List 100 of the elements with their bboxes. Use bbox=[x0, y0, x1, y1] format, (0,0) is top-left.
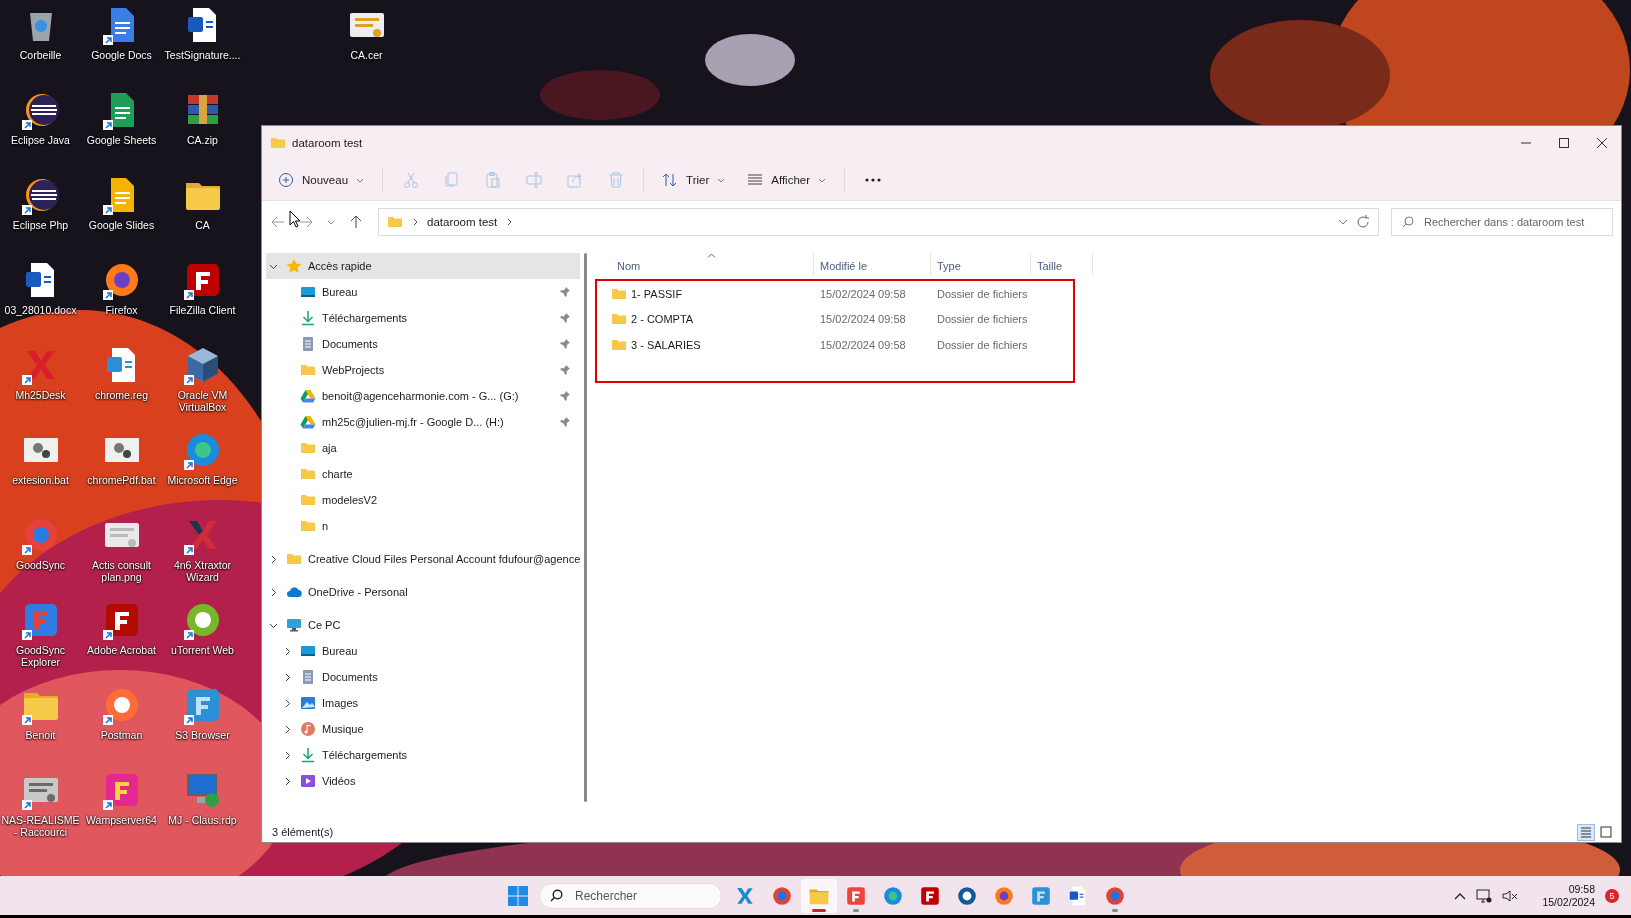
tiles-view-button[interactable] bbox=[1597, 823, 1615, 841]
dropdown-caret-icon[interactable] bbox=[1338, 218, 1348, 226]
taskbar-app-button[interactable] bbox=[801, 878, 837, 913]
desktop-icon-label[interactable]: Oracle VM VirtualBox bbox=[162, 389, 243, 413]
sort-button[interactable]: Trier bbox=[652, 166, 736, 194]
desktop-icon-label[interactable]: MJ - Claus.rdp bbox=[168, 814, 237, 826]
image-icon bbox=[300, 695, 316, 711]
column-header[interactable]: Nom bbox=[611, 253, 814, 275]
navigation-item[interactable]: charte bbox=[266, 461, 580, 487]
navigation-item[interactable]: Documents bbox=[266, 664, 580, 690]
desktop-icon-label[interactable]: GoodSync Explorer bbox=[0, 644, 81, 668]
desktop-icon-label[interactable]: Wampserver64 bbox=[86, 814, 157, 826]
navigation-item[interactable]: n bbox=[266, 513, 580, 539]
desktop-icon-label[interactable]: 4n6 Xtraxtor Wizard bbox=[162, 559, 243, 583]
app-logo-icon bbox=[1030, 884, 1052, 907]
navigation-item[interactable]: Creative Cloud Files Personal Account fdufour@agence bbox=[266, 546, 580, 572]
download-icon bbox=[300, 747, 316, 763]
desktop-icon-label[interactable]: uTorrent Web bbox=[171, 644, 234, 656]
address-bar[interactable]: dataroom test bbox=[378, 208, 1379, 236]
desktop-icon-label[interactable]: Microsoft Edge bbox=[167, 474, 238, 486]
desktop-icon-label[interactable]: Google Sheets bbox=[86, 134, 157, 146]
desktop-icon-label[interactable]: TestSignature.... bbox=[164, 49, 241, 61]
details-view-button[interactable] bbox=[1577, 823, 1595, 841]
navigation-label: charte bbox=[322, 468, 353, 480]
desktop-icon-label[interactable]: S3 Browser bbox=[175, 729, 230, 741]
search-input[interactable]: Rechercher dans : dataroom test bbox=[1422, 215, 1602, 229]
desktop-icon-label[interactable]: 03_28010.docx bbox=[4, 304, 77, 316]
notification-badge[interactable]: 5 bbox=[1605, 888, 1619, 903]
desktop-icon-label[interactable]: Firefox bbox=[105, 304, 138, 316]
file-name[interactable]: 3 - SALARIES bbox=[631, 338, 701, 351]
folder-icon bbox=[286, 551, 302, 567]
desktop-icon-label[interactable]: CA.cer bbox=[350, 49, 383, 61]
desktop-icon-label[interactable]: Google Slides bbox=[88, 219, 155, 231]
navigation-label: Musique bbox=[322, 723, 364, 735]
navigation-item[interactable]: aja bbox=[266, 435, 580, 461]
desktop-icon-label[interactable]: FileZilla Client bbox=[169, 304, 236, 316]
file-name[interactable]: 1- PASSIF bbox=[631, 287, 683, 300]
navigation-item[interactable]: modelesV2 bbox=[266, 487, 580, 513]
list-icon bbox=[1580, 826, 1592, 838]
clock-date[interactable]: 15/02/2024 bbox=[1542, 895, 1595, 909]
lines-icon bbox=[747, 172, 764, 188]
desktop-icon-label[interactable]: Mh25Desk bbox=[15, 389, 66, 401]
modified-date: 15/02/2024 09:58 bbox=[820, 287, 906, 300]
desktop-icon-label[interactable]: Eclipse Java bbox=[11, 134, 70, 146]
desktop-icon-label[interactable]: Postman bbox=[100, 729, 143, 741]
app-logo-icon bbox=[845, 884, 867, 907]
navigation-label: Ce PC bbox=[308, 619, 341, 631]
search-field[interactable]: Rechercher dans : dataroom test bbox=[1391, 208, 1613, 236]
navigation-item[interactable]: Bureau bbox=[266, 279, 580, 305]
desktop-icon-label[interactable]: Adobe Acrobat bbox=[87, 644, 156, 656]
desktop-icon-label[interactable]: chromePdf.bat bbox=[87, 474, 156, 486]
network-icon[interactable] bbox=[1476, 888, 1493, 903]
desktop-icon-label[interactable]: CA bbox=[195, 219, 210, 231]
navigation-item[interactable]: Téléchargements bbox=[266, 305, 580, 331]
folder-icon bbox=[300, 492, 316, 508]
chevron-right-icon[interactable] bbox=[505, 218, 514, 226]
computer-icon bbox=[286, 617, 302, 633]
new-button[interactable]: Nouveau bbox=[268, 166, 375, 194]
column-header[interactable]: Modifié le bbox=[814, 253, 931, 275]
search-icon bbox=[1402, 216, 1414, 228]
navigation-item[interactable]: Images bbox=[266, 690, 580, 716]
navigation-item[interactable]: Ce PC bbox=[266, 612, 580, 638]
desktop-icon-label[interactable]: chrome.reg bbox=[94, 389, 149, 401]
chevron-right-icon[interactable] bbox=[411, 218, 419, 226]
breadcrumb[interactable]: dataroom test bbox=[427, 216, 498, 228]
speaker-muted-icon[interactable] bbox=[1502, 888, 1519, 903]
desktop-icon-label[interactable]: GoodSync bbox=[16, 559, 65, 571]
chevron-up-icon[interactable] bbox=[1454, 891, 1467, 900]
navigation-item[interactable]: Téléchargements bbox=[266, 742, 580, 768]
navigation-item[interactable]: WebProjects bbox=[266, 357, 580, 383]
app-logo-icon bbox=[919, 884, 941, 907]
desktop-icon-label[interactable]: Eclipse Php bbox=[12, 219, 69, 231]
navigation-item[interactable]: Vidéos bbox=[266, 768, 580, 794]
maximize-icon bbox=[1559, 138, 1569, 148]
navigation-label: Téléchargements bbox=[322, 312, 407, 324]
navigation-label: Vidéos bbox=[322, 775, 356, 787]
desktop-icon-label[interactable]: Benoit bbox=[25, 729, 56, 741]
navigation-item[interactable]: Accès rapide bbox=[266, 253, 580, 279]
taskbar-search-field[interactable]: Rechercher bbox=[539, 882, 722, 909]
view-button[interactable]: Afficher bbox=[737, 166, 837, 194]
navigation-item[interactable]: Bureau bbox=[266, 638, 580, 664]
navigation-item[interactable]: OneDrive - Personal bbox=[266, 579, 580, 605]
column-header[interactable]: Type bbox=[931, 253, 1031, 275]
video-icon bbox=[300, 773, 316, 789]
navigation-item[interactable]: Musique bbox=[266, 716, 580, 742]
navigation-item[interactable]: Documents bbox=[266, 331, 580, 357]
refresh-icon[interactable] bbox=[1356, 215, 1370, 229]
desktop-icon-label[interactable]: Corbeille bbox=[19, 49, 62, 61]
desktop-icon-label[interactable]: NAS-REALISME - Raccourci bbox=[0, 814, 81, 838]
desktop-icon-label[interactable]: Actis consult plan.png bbox=[81, 559, 162, 583]
taskbar-search-input[interactable]: Rechercher bbox=[573, 887, 711, 904]
desktop-icon-label[interactable]: extesion.bat bbox=[12, 474, 69, 486]
navigation-item[interactable]: benoit@agenceharmonie.com - G... (G:) bbox=[266, 383, 580, 409]
desktop-icon-label[interactable]: CA.zip bbox=[187, 134, 218, 146]
column-header[interactable]: Taille bbox=[1031, 253, 1093, 275]
file-name[interactable]: 2 - COMPTA bbox=[631, 313, 694, 326]
desktop-icon-label[interactable]: Google Docs bbox=[91, 49, 152, 61]
scrollbar[interactable] bbox=[584, 253, 587, 802]
navigation-item[interactable]: mh25c@julien-mj.fr - Google D... (H:) bbox=[266, 409, 580, 435]
clock-time[interactable]: 09:58 bbox=[1568, 882, 1595, 896]
